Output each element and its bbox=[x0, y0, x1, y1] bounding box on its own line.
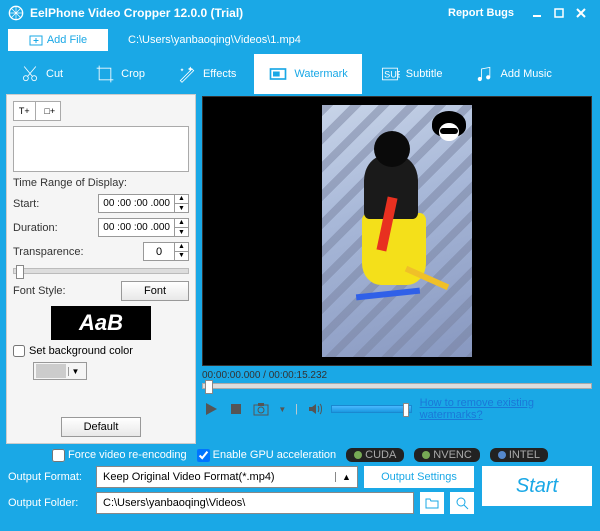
output-format-select[interactable]: Keep Original Video Format(*.mp4) ▲ bbox=[96, 466, 358, 488]
gpu-accel-checkbox[interactable]: Enable GPU acceleration bbox=[197, 449, 337, 462]
maximize-button[interactable] bbox=[548, 3, 570, 23]
tab-subtitle[interactable]: SUB Subtitle bbox=[366, 54, 457, 94]
transparence-input[interactable]: 0 ▲▼ bbox=[143, 242, 189, 261]
effects-icon bbox=[177, 64, 197, 84]
subtitle-icon: SUB bbox=[380, 64, 400, 84]
add-file-icon bbox=[29, 33, 43, 47]
watermark-overlay[interactable] bbox=[432, 111, 466, 145]
font-button[interactable]: Font bbox=[121, 281, 189, 301]
output-folder-label: Output Folder: bbox=[8, 497, 90, 509]
tab-add-music[interactable]: Add Music bbox=[460, 54, 565, 94]
tab-crop[interactable]: Crop bbox=[81, 54, 159, 94]
timecode-label: 00:00:00.000 / 00:00:15.232 bbox=[202, 370, 592, 381]
volume-slider[interactable] bbox=[331, 405, 411, 413]
duration-up-button[interactable]: ▲ bbox=[175, 219, 188, 228]
file-path-label: C:\Users\yanbaoqing\Videos\1.mp4 bbox=[128, 34, 301, 46]
duration-down-button[interactable]: ▼ bbox=[175, 228, 188, 237]
report-bugs-link[interactable]: Report Bugs bbox=[448, 7, 514, 19]
close-button[interactable] bbox=[570, 3, 592, 23]
output-folder-input[interactable] bbox=[96, 492, 414, 514]
music-icon bbox=[474, 64, 494, 84]
add-image-watermark-button[interactable]: □+ bbox=[40, 102, 61, 120]
minimize-button[interactable] bbox=[526, 3, 548, 23]
start-label: Start: bbox=[13, 198, 79, 210]
font-style-label: Font Style: bbox=[13, 285, 79, 297]
intel-badge: INTEL bbox=[490, 448, 548, 462]
start-down-button[interactable]: ▼ bbox=[175, 204, 188, 213]
search-icon bbox=[455, 496, 469, 510]
play-button[interactable] bbox=[202, 400, 219, 418]
remove-watermarks-link[interactable]: How to remove existing watermarks? bbox=[420, 397, 592, 421]
time-range-label: Time Range of Display: bbox=[13, 177, 189, 189]
font-preview: AaB bbox=[51, 306, 151, 340]
folder-icon bbox=[425, 497, 439, 509]
trans-down-button[interactable]: ▼ bbox=[175, 252, 188, 260]
output-settings-button[interactable]: Output Settings bbox=[364, 466, 474, 488]
start-up-button[interactable]: ▲ bbox=[175, 195, 188, 204]
open-folder-button[interactable] bbox=[450, 492, 474, 514]
duration-time-input[interactable]: 00 :00 :00 .000 ▲▼ bbox=[98, 218, 189, 237]
bg-color-checkbox[interactable]: Set background color bbox=[13, 345, 189, 357]
format-dropdown-icon[interactable]: ▲ bbox=[335, 472, 357, 482]
watermark-list[interactable] bbox=[13, 126, 189, 172]
tab-watermark[interactable]: Watermark bbox=[254, 54, 361, 94]
color-swatch bbox=[36, 364, 66, 378]
cut-icon bbox=[20, 64, 40, 84]
volume-icon[interactable] bbox=[306, 400, 323, 418]
color-dropdown-icon[interactable]: ▼ bbox=[68, 367, 82, 376]
watermark-panel: T+ □+ Time Range of Display: Start: 00 :… bbox=[6, 94, 196, 444]
seek-slider[interactable] bbox=[202, 383, 592, 389]
default-button[interactable]: Default bbox=[61, 417, 141, 437]
tab-effects[interactable]: Effects bbox=[163, 54, 250, 94]
add-text-watermark-button[interactable]: T+ bbox=[14, 102, 36, 120]
browse-folder-button[interactable] bbox=[420, 492, 444, 514]
svg-text:SUB: SUB bbox=[384, 69, 400, 79]
snapshot-button[interactable] bbox=[252, 400, 269, 418]
transparence-slider[interactable] bbox=[13, 268, 189, 274]
app-title: EelPhone Video Cropper 12.0.0 (Trial) bbox=[30, 6, 243, 20]
nvenc-badge: NVENC bbox=[414, 448, 480, 462]
tab-cut[interactable]: Cut bbox=[6, 54, 77, 94]
video-preview[interactable] bbox=[202, 96, 592, 366]
stop-button[interactable] bbox=[227, 400, 244, 418]
start-time-input[interactable]: 00 :00 :00 .000 ▲▼ bbox=[98, 194, 189, 213]
duration-label: Duration: bbox=[13, 222, 79, 234]
crop-icon bbox=[95, 64, 115, 84]
trans-up-button[interactable]: ▲ bbox=[175, 243, 188, 252]
transparence-label: Transparence: bbox=[13, 246, 84, 258]
app-logo-icon bbox=[8, 5, 24, 21]
output-format-label: Output Format: bbox=[8, 471, 90, 483]
force-reencode-checkbox[interactable]: Force video re-encoding bbox=[52, 449, 187, 462]
cuda-badge: CUDA bbox=[346, 448, 404, 462]
watermark-icon bbox=[268, 64, 288, 84]
snapshot-dropdown-icon[interactable]: ▼ bbox=[278, 400, 288, 418]
start-button[interactable]: Start bbox=[482, 466, 592, 506]
add-file-button[interactable]: Add File bbox=[8, 29, 108, 51]
bg-color-picker[interactable]: ▼ bbox=[33, 362, 87, 380]
